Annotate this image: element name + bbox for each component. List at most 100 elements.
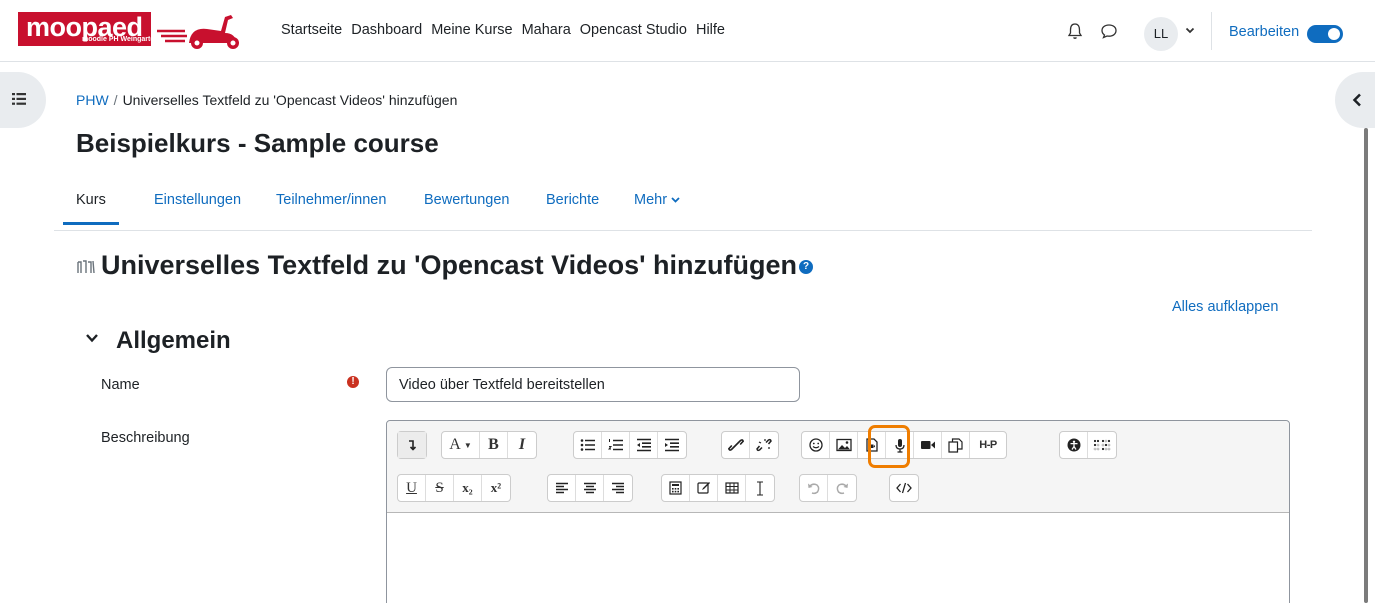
activity-type-icon <box>77 260 95 274</box>
superscript-button[interactable]: x² <box>482 475 510 501</box>
align-right-button[interactable] <box>604 475 632 501</box>
breadcrumb-current: Universelles Textfeld zu 'Opencast Video… <box>122 92 458 108</box>
unlink-button[interactable] <box>750 432 778 458</box>
undo-button[interactable] <box>800 475 828 501</box>
special-character-button[interactable] <box>690 475 718 501</box>
bold-label: B <box>488 436 499 453</box>
editor-content-area[interactable] <box>387 513 1289 603</box>
list-icon <box>12 93 26 105</box>
font-color-button[interactable]: A ▼ <box>442 432 480 458</box>
align-center-button[interactable] <box>576 475 604 501</box>
tab-berichte[interactable]: Berichte <box>546 192 599 222</box>
ordered-list-icon <box>607 439 623 451</box>
calculator-icon <box>669 481 682 495</box>
indent-button[interactable] <box>658 432 686 458</box>
screenreader-helper-button[interactable] <box>1088 432 1116 458</box>
h5p-button[interactable]: H-P <box>970 432 1006 458</box>
bell-icon[interactable] <box>1067 22 1083 40</box>
chevron-down-icon[interactable] <box>1185 25 1195 35</box>
align-right-icon <box>612 482 624 494</box>
strikethrough-button[interactable]: S <box>426 475 454 501</box>
tab-bewertungen[interactable]: Bewertungen <box>424 192 509 222</box>
section-title-allgemein[interactable]: Allgemein <box>116 327 231 355</box>
top-navbar: moopaed moodle PH Weingarten Startseite … <box>0 0 1375 62</box>
help-icon[interactable]: ? <box>799 259 814 274</box>
chevron-down-icon[interactable] <box>85 332 99 344</box>
bold-button[interactable]: B <box>480 432 508 458</box>
image-icon <box>835 438 852 452</box>
page-scrollbar[interactable] <box>1364 128 1368 603</box>
page-title: Beispielkurs - Sample course <box>76 128 439 158</box>
toolbar-group-align <box>547 474 633 502</box>
italic-label: I <box>518 436 526 453</box>
chat-icon[interactable] <box>1100 23 1118 39</box>
breadcrumb-root-link[interactable]: PHW <box>76 92 109 108</box>
indent-icon <box>665 438 679 452</box>
braille-icon <box>1093 439 1111 451</box>
smiley-icon <box>808 438 823 452</box>
scooter-icon <box>157 15 239 49</box>
breadcrumb-separator: / <box>113 92 118 108</box>
edit-icon <box>696 482 710 494</box>
edit-mode-toggle[interactable] <box>1307 25 1343 43</box>
media-button-highlight <box>868 425 910 468</box>
align-left-icon <box>555 482 568 494</box>
collapse-button[interactable] <box>398 432 426 458</box>
site-logo[interactable]: moopaed moodle PH Weingarten <box>18 9 244 49</box>
html-button[interactable] <box>890 475 918 501</box>
outdent-button[interactable] <box>630 432 658 458</box>
nav-meine-kurse[interactable]: Meine Kurse <box>431 22 512 38</box>
toolbar-group-extras <box>661 474 775 502</box>
name-input[interactable] <box>386 367 800 402</box>
h5p-label: H-P <box>979 439 997 451</box>
align-left-button[interactable] <box>548 475 576 501</box>
image-button[interactable] <box>830 432 858 458</box>
expand-all-link[interactable]: Alles aufklappen <box>1172 299 1278 315</box>
equation-button[interactable] <box>662 475 690 501</box>
editor-toolbar: A ▼ B I H-P U S x₂ x² <box>387 421 1289 513</box>
nav-mahara[interactable]: Mahara <box>522 22 571 38</box>
table-button[interactable] <box>718 475 746 501</box>
nav-opencast-studio[interactable]: Opencast Studio <box>580 22 687 38</box>
nav-hilfe[interactable]: Hilfe <box>696 22 725 38</box>
accessibility-checker-button[interactable] <box>1060 432 1088 458</box>
activity-heading: Universelles Textfeld zu 'Opencast Video… <box>101 250 814 281</box>
emoji-button[interactable] <box>802 432 830 458</box>
block-drawer-toggle[interactable] <box>1335 72 1375 128</box>
link-button[interactable] <box>722 432 750 458</box>
user-avatar[interactable]: LL <box>1144 17 1178 51</box>
unordered-list-button[interactable] <box>574 432 602 458</box>
files-icon <box>948 437 963 453</box>
italic-button[interactable]: I <box>508 432 536 458</box>
divider <box>1211 12 1212 50</box>
redo-button[interactable] <box>828 475 856 501</box>
record-video-button[interactable] <box>914 432 942 458</box>
code-icon <box>896 482 912 494</box>
nav-dashboard[interactable]: Dashboard <box>351 22 422 38</box>
strikethrough-label: S <box>435 479 444 496</box>
tab-teilnehmer[interactable]: Teilnehmer/innen <box>276 192 386 222</box>
underline-button[interactable]: U <box>398 475 426 501</box>
activity-heading-text: Universelles Textfeld zu 'Opencast Video… <box>101 250 798 280</box>
tab-kurs[interactable]: Kurs <box>63 192 119 225</box>
primary-navigation: Startseite Dashboard Meine Kurse Mahara … <box>281 22 734 38</box>
superscript-label: x² <box>490 480 502 495</box>
caret-down-icon: ▼ <box>463 440 472 450</box>
toolbar-group-accessibility <box>1059 431 1117 459</box>
ordered-list-button[interactable] <box>602 432 630 458</box>
tab-einstellungen[interactable]: Einstellungen <box>154 192 241 222</box>
accessibility-icon <box>1067 438 1080 452</box>
course-index-toggle[interactable] <box>0 72 46 128</box>
subscript-button[interactable]: x₂ <box>454 475 482 501</box>
unordered-list-icon <box>580 439 595 451</box>
name-label: Name <box>101 377 140 393</box>
manage-files-button[interactable] <box>942 432 970 458</box>
font-color-label: A <box>449 436 461 453</box>
nav-startseite[interactable]: Startseite <box>281 22 342 38</box>
text-cursor-icon <box>757 480 763 496</box>
unlink-icon <box>756 438 772 452</box>
clear-formatting-button[interactable] <box>746 475 774 501</box>
tab-mehr[interactable]: Mehr <box>634 192 680 222</box>
align-center-icon <box>583 482 596 494</box>
chevron-down-icon <box>671 197 680 203</box>
